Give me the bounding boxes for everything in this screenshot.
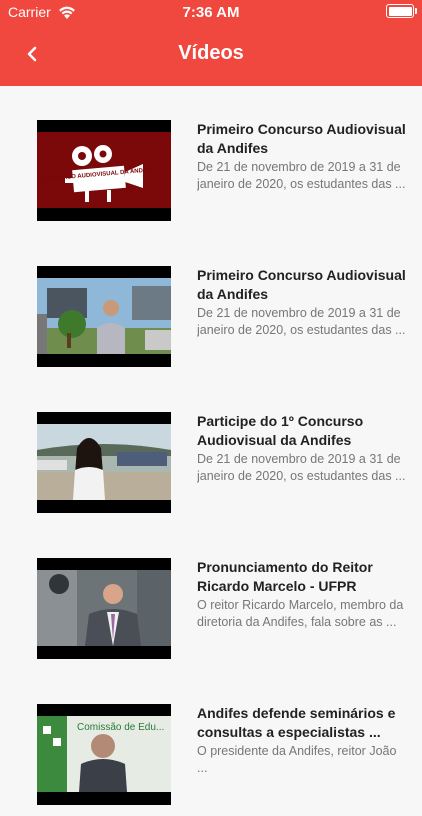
video-thumbnail: CONCURSO AUDIOVISUAL DA ANDIFES xyxy=(37,120,171,221)
film-camera-icon: CONCURSO AUDIOVISUAL DA ANDIFES xyxy=(37,132,171,208)
video-list-item[interactable]: Comissão de Edu... Andifes defende semin… xyxy=(0,670,422,816)
status-bar: Carrier 7:36 AM xyxy=(0,0,422,26)
status-time: 7:36 AM xyxy=(182,4,240,21)
navigation-header: Carrier 7:36 AM Vídeos xyxy=(0,0,422,86)
page-title: Vídeos xyxy=(178,42,244,64)
video-thumbnail xyxy=(37,412,171,513)
thumbnail-text: Comissão de Edu... xyxy=(77,722,164,733)
video-description: De 21 de novembro de 2019 a 31 de janeir… xyxy=(197,306,406,337)
video-frame-image xyxy=(37,278,171,354)
video-thumbnail xyxy=(37,558,171,659)
video-description: De 21 de novembro de 2019 a 31 de janeir… xyxy=(197,452,406,483)
video-title: Participe do 1º Concurso Audiovisual da … xyxy=(197,413,364,448)
video-title: Andifes defende seminários e consultas a… xyxy=(197,705,396,740)
video-description: O reitor Ricardo Marcelo, membro da dire… xyxy=(197,598,404,629)
video-frame-image: Comissão de Edu... xyxy=(37,716,171,792)
video-description: O presidente da Andifes, reitor João ... xyxy=(197,744,397,775)
video-title: Primeiro Concurso Audiovisual da Andifes xyxy=(197,121,406,156)
video-list-item[interactable]: Participe do 1º Concurso Audiovisual da … xyxy=(0,378,422,524)
video-title: Pronunciamento do Reitor Ricardo Marcelo… xyxy=(197,559,373,594)
video-list-item[interactable]: CONCURSO AUDIOVISUAL DA ANDIFES Primeiro… xyxy=(0,86,422,232)
video-description: De 21 de novembro de 2019 a 31 de janeir… xyxy=(197,160,406,191)
battery-icon xyxy=(386,4,417,18)
video-frame-image xyxy=(37,570,171,646)
video-list-item[interactable]: Pronunciamento do Reitor Ricardo Marcelo… xyxy=(0,524,422,670)
video-title: Primeiro Concurso Audiovisual da Andifes xyxy=(197,267,406,302)
video-list-item[interactable]: Primeiro Concurso Audiovisual da Andifes… xyxy=(0,232,422,378)
video-thumbnail xyxy=(37,266,171,367)
video-frame-image xyxy=(37,424,171,500)
video-thumbnail: Comissão de Edu... xyxy=(37,704,171,805)
